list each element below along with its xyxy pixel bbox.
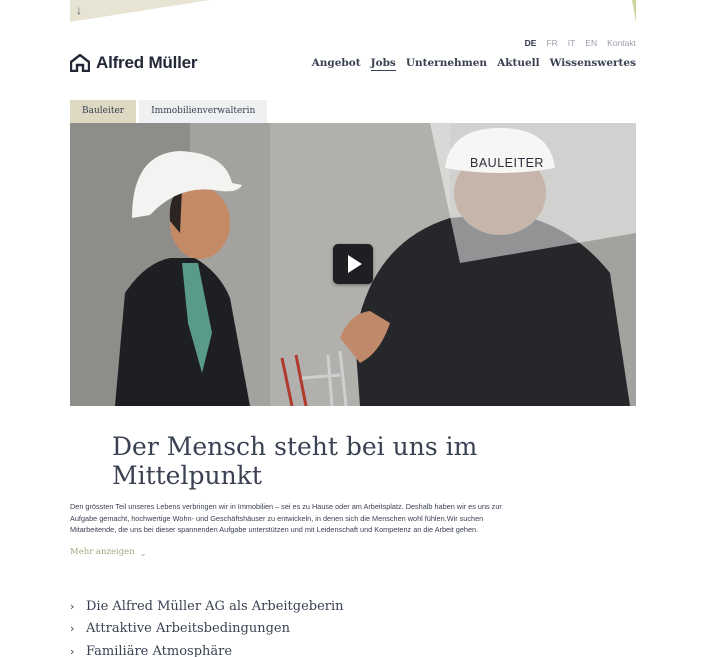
show-more-label: Mehr anzeigen — [70, 547, 135, 557]
lang-de[interactable]: DE — [525, 38, 537, 48]
lang-en[interactable]: EN — [585, 38, 597, 48]
accordion-label: Attraktive Arbeitsbedingungen — [86, 621, 290, 637]
chevron-down-icon: ⌄ — [139, 548, 147, 558]
top-banner — [70, 0, 636, 22]
logo[interactable]: Alfred Müller — [70, 53, 198, 73]
accordion-item-atmosphaere[interactable]: › Familiäre Atmosphäre — [70, 640, 344, 657]
nav-item-jobs[interactable]: Jobs — [370, 57, 396, 71]
chevron-right-icon: › — [70, 644, 75, 657]
chevron-right-icon: › — [70, 622, 75, 636]
show-more-link[interactable]: Mehr anzeigen ⌄ — [70, 547, 147, 558]
house-logo-icon — [70, 54, 90, 72]
page-headline: Der Mensch steht bei uns im Mittelpunkt — [112, 432, 478, 490]
tab-immobilienverwalterin[interactable]: Immobilienverwalterin — [139, 100, 268, 123]
arrow-down-icon[interactable]: ↓ — [76, 3, 82, 17]
nav-item-wissenswertes[interactable]: Wissenswertes — [550, 57, 636, 71]
logo-text: Alfred Müller — [96, 53, 198, 72]
accordion-label: Die Alfred Müller AG als Arbeitgeberin — [86, 598, 344, 614]
lang-it[interactable]: IT — [568, 38, 576, 48]
tab-bauleiter[interactable]: Bauleiter — [70, 100, 137, 123]
accordion-item-arbeitgeberin[interactable]: › Die Alfred Müller AG als Arbeitgeberin — [70, 595, 344, 618]
chevron-right-icon: › — [70, 599, 75, 613]
language-bar: DE FR IT EN Kontakt — [525, 38, 636, 48]
video-player[interactable]: BAULEITER — [70, 123, 636, 406]
nav-item-aktuell[interactable]: Aktuell — [497, 57, 540, 71]
accordion-list: › Die Alfred Müller AG als Arbeitgeberin… — [70, 595, 344, 657]
nav-item-unternehmen[interactable]: Unternehmen — [406, 57, 487, 71]
contact-link[interactable]: Kontakt — [607, 38, 636, 48]
nav-item-angebot[interactable]: Angebot — [312, 57, 361, 71]
main-nav: Angebot Jobs Unternehmen Aktuell Wissens… — [312, 57, 636, 71]
video-overlay-label: BAULEITER — [470, 156, 544, 170]
job-tabs: Bauleiter Immobilienverwalterin — [70, 100, 268, 123]
play-icon — [347, 255, 362, 273]
accordion-label: Familiäre Atmosphäre — [86, 643, 233, 657]
play-button[interactable] — [333, 244, 373, 284]
accordion-item-arbeitsbedingungen[interactable]: › Attraktive Arbeitsbedingungen — [70, 618, 344, 641]
intro-text: Den grössten Teil unseres Lebens verbrin… — [70, 502, 502, 534]
lang-fr[interactable]: FR — [546, 38, 557, 48]
